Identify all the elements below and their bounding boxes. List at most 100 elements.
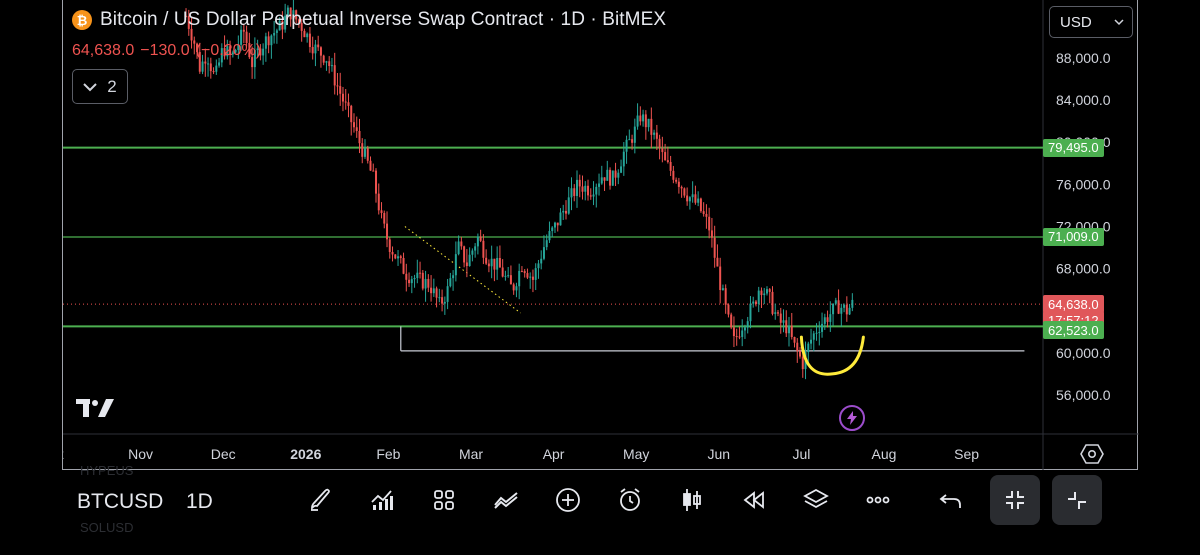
candle-body xyxy=(768,289,771,292)
candle-body xyxy=(810,339,813,344)
candle-body xyxy=(782,320,785,323)
candle-body xyxy=(818,331,821,333)
candle-body xyxy=(752,301,755,304)
compare-icon xyxy=(494,492,518,509)
candle-body xyxy=(788,325,791,334)
candle-body xyxy=(631,139,634,143)
lightning-icon[interactable] xyxy=(839,405,865,431)
candle-body xyxy=(683,188,686,196)
candle-body xyxy=(518,270,521,287)
candle-body xyxy=(743,327,746,331)
crosshair-button[interactable] xyxy=(1052,475,1102,525)
candle-body xyxy=(388,239,391,252)
grid-icon xyxy=(434,490,454,510)
symbol-title: Bitcoin / US Dollar Perpetual Inverse Sw… xyxy=(100,9,667,30)
candle-body xyxy=(757,290,760,305)
more-button[interactable] xyxy=(860,482,896,518)
time-tick-label: Jun xyxy=(708,446,731,462)
candle-body xyxy=(201,61,204,72)
candle-body xyxy=(741,330,744,337)
candle-body xyxy=(779,313,782,323)
candle-body xyxy=(576,179,579,196)
candle-body xyxy=(465,262,468,266)
price-change-percent: (−0.20%) xyxy=(195,42,262,59)
more-icon xyxy=(866,496,890,504)
candle-body xyxy=(435,288,438,298)
candle-body xyxy=(826,317,829,322)
exit-fullscreen-button[interactable] xyxy=(990,475,1040,525)
time-tick-label: Feb xyxy=(376,446,400,462)
candle-body xyxy=(325,61,328,63)
candle-body xyxy=(570,188,573,198)
candle-body xyxy=(207,63,210,65)
brush-button[interactable] xyxy=(302,482,338,518)
currency-select[interactable]: USD xyxy=(1049,6,1133,38)
candle-body xyxy=(355,127,358,131)
time-tick-label: Mar xyxy=(459,446,483,462)
time-tick-label: Jul xyxy=(792,446,810,462)
candle-body xyxy=(523,271,526,274)
candle-body xyxy=(542,247,545,259)
candle-body xyxy=(567,197,570,214)
candle-body xyxy=(793,336,796,343)
candle-body xyxy=(328,61,331,66)
level-badge-62523: 62,523.0 xyxy=(1043,321,1104,340)
title-row: ₿ Bitcoin / US Dollar Perpetual Inverse … xyxy=(72,9,666,31)
candle-body xyxy=(677,181,680,187)
candle-body xyxy=(598,183,601,187)
bolt-glyph xyxy=(847,411,857,425)
candle-body xyxy=(446,286,449,302)
undo-icon xyxy=(939,494,961,508)
compare-button[interactable] xyxy=(488,482,524,518)
candle-body xyxy=(267,36,270,46)
candle-body xyxy=(498,257,501,268)
collapse-indicators-button[interactable]: 2 xyxy=(72,69,128,104)
candle-body xyxy=(735,336,738,338)
candle-body xyxy=(375,170,378,194)
chart-frame[interactable]: 88,000.084,000.080,000.076,000.072,000.0… xyxy=(62,0,1139,470)
candle-body xyxy=(366,148,369,161)
candle-body xyxy=(490,258,493,267)
chart-plot[interactable]: 88,000.084,000.080,000.076,000.072,000.0… xyxy=(63,0,1139,470)
candle-body xyxy=(774,312,777,314)
candle-body xyxy=(529,276,532,278)
candle-body xyxy=(719,266,722,290)
candle-body xyxy=(699,198,702,212)
candle-body xyxy=(363,148,366,157)
candle-body xyxy=(639,115,642,122)
alarm-button[interactable] xyxy=(612,482,648,518)
replay-button[interactable] xyxy=(736,482,772,518)
candle-body xyxy=(341,93,344,102)
candle-body xyxy=(306,33,309,38)
candle-body xyxy=(413,278,416,280)
candle-body xyxy=(344,101,347,103)
layers-button[interactable] xyxy=(798,482,834,518)
candle-body xyxy=(812,333,815,340)
chart-settings-icon[interactable] xyxy=(1080,443,1104,465)
candle-body xyxy=(669,161,672,171)
candle-body xyxy=(262,48,265,56)
candle-body xyxy=(664,152,667,161)
candle-body xyxy=(474,246,477,251)
time-tick-label: Apr xyxy=(543,446,565,462)
candles-button[interactable] xyxy=(674,482,710,518)
candle-body xyxy=(721,288,724,290)
chevron-down-icon xyxy=(83,82,97,91)
price-tick-label: 84,000.0 xyxy=(1056,92,1111,108)
candle-body xyxy=(377,193,380,211)
symbol-selector[interactable]: BTCUSD xyxy=(77,490,163,514)
interval-selector[interactable]: 1D xyxy=(186,490,213,514)
tradingview-logo[interactable] xyxy=(76,397,116,425)
candle-body xyxy=(556,222,559,226)
candle-body xyxy=(463,246,466,263)
add-button[interactable] xyxy=(550,482,586,518)
grid-button[interactable] xyxy=(426,482,462,518)
tradingview-logo-icon xyxy=(76,399,114,417)
candle-body xyxy=(829,314,832,322)
candle-body xyxy=(845,304,848,315)
indicators-button[interactable] xyxy=(364,482,400,518)
candle-body xyxy=(204,61,207,64)
candle-body xyxy=(727,304,730,315)
candle-body xyxy=(807,343,810,353)
undo-button[interactable] xyxy=(933,482,969,518)
